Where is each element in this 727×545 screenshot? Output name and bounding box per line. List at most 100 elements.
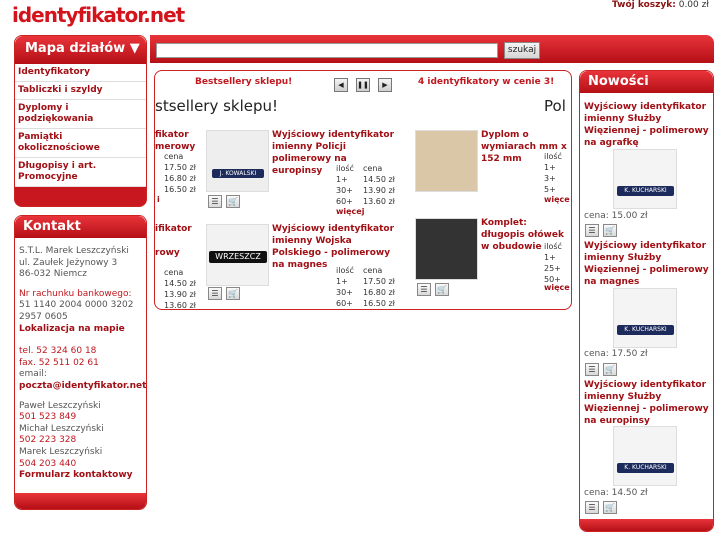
product-2-title[interactable]: Wyjściowy identyfikator imienny Wojska P… [272, 223, 400, 271]
product-1-qty-2: 30+ [336, 186, 353, 195]
promo-tab[interactable]: 4 identyfikatory w cenie 3! [418, 77, 554, 87]
product-1-more-link[interactable]: więcej [336, 207, 364, 216]
menu-item-dlugopisy[interactable]: Długopisy i art. Promocyjne [15, 158, 146, 187]
cart-icon[interactable]: 🛒 [226, 287, 240, 300]
search-button[interactable]: szukaj [504, 42, 540, 59]
product-1-image[interactable]: J. KOWALSKI [206, 130, 269, 192]
site-logo[interactable]: identyfikator.net [12, 3, 185, 27]
cart-summary[interactable]: Twój koszyk: 0.00 zł [612, 0, 709, 10]
news-item-3-image[interactable]: K. KUCHARSKI [613, 426, 677, 486]
news-title: Nowości [580, 71, 713, 93]
news-footer [580, 519, 713, 531]
cart-icon[interactable]: 🛒 [603, 363, 617, 376]
product-2-qty-3: 60+ [336, 299, 353, 308]
cart-icon[interactable]: 🛒 [603, 224, 617, 237]
cut-title-2[interactable]: ifikator rowy [155, 223, 200, 259]
cut-price-1-row-2: 16.80 zł [164, 174, 196, 183]
details-icon[interactable]: ☰ [585, 501, 599, 514]
details-icon[interactable]: ☰ [417, 283, 431, 296]
menu-item-identyfikatory[interactable]: Identyfikatory [15, 64, 146, 82]
menu-item-tabliczki[interactable]: Tabliczki i szyldy [15, 82, 146, 100]
next-arrow-icon[interactable]: ▶ [378, 78, 392, 92]
product-1-price-1: 14.50 zł [363, 175, 395, 184]
cut-price-1-row-3: 16.50 zł [164, 185, 196, 194]
news-item-3-badge: K. KUCHARSKI [617, 463, 674, 473]
product-2-qty-2: 30+ [336, 288, 353, 297]
cut-price-2: cena 14.50 zł 13.90 zł 13.60 zł [164, 267, 196, 311]
cut-price-2-row-1: 14.50 zł [164, 279, 196, 288]
person-2-tel: 502 223 328 [19, 435, 77, 446]
email-label: email: [19, 369, 47, 380]
product-1-qty-label: ilość [336, 164, 354, 173]
bestsellers-tab[interactable]: Bestsellery sklepu! [195, 77, 292, 87]
contact-panel: Kontakt S.T.L. Marek Leszczyński ul. Zau… [14, 215, 147, 510]
cut-price-1-label: cena [164, 152, 184, 161]
phone: tel. 52 324 60 18 [19, 346, 97, 357]
company-street: ul. Zaułek Jeżynowy 3 [19, 257, 118, 268]
product-1-price-2: 13.90 zł [363, 186, 395, 195]
cut-price-2-label: cena [164, 268, 184, 277]
product-2-qty-label: ilość [336, 266, 354, 275]
news-item-1-image[interactable]: K. KUCHARSKI [613, 149, 677, 209]
search-input[interactable] [156, 43, 498, 58]
category-menu: Mapa działów ▼ Identyfikatory Tabliczki … [14, 35, 147, 207]
cart-icon[interactable]: 🛒 [435, 283, 449, 296]
fax: fax. 52 511 02 61 [19, 357, 99, 368]
news-item-1-badge: K. KUCHARSKI [617, 186, 674, 196]
details-icon[interactable]: ☰ [585, 363, 599, 376]
cut-price-2-row-2: 13.90 zł [164, 290, 196, 299]
product-2-price-2: 16.80 zł [363, 288, 395, 297]
email-link[interactable]: poczta@identyfikator.net [19, 381, 146, 391]
details-icon[interactable]: ☰ [208, 287, 222, 300]
diploma-qty-3: 5+ [544, 185, 556, 194]
details-icon[interactable]: ☰ [585, 224, 599, 237]
pause-icon[interactable]: ❚❚ [356, 78, 370, 92]
cut-title-2-line-2: rowy [155, 248, 180, 258]
cut-price-1: cena 17.50 zł 16.80 zł 16.50 zł [164, 151, 196, 195]
product-2-prices: ilość cena 1+ 17.50 zł 30+ 16.80 zł 60+ 16.5… [336, 265, 416, 309]
cart-label: Twój koszyk: [612, 0, 676, 10]
bank-number-1: 51 1140 2004 0000 3202 [19, 300, 134, 311]
product-2-qty-1: 1+ [336, 277, 348, 286]
pen-set-more-link[interactable]: więce [544, 283, 570, 292]
person-2: Michał Leszczyński [19, 423, 104, 434]
person-1: Paweł Leszczyński [19, 400, 101, 411]
product-2-badge: WRZESZCZ [209, 251, 267, 263]
menu-item-dyplomy[interactable]: Dyplomy i podziękowania [15, 100, 146, 129]
prev-arrow-icon[interactable]: ◀ [334, 78, 348, 92]
pen-set-image[interactable] [415, 218, 478, 280]
product-2-price-label: cena [363, 266, 383, 275]
news-item-2-image[interactable]: K. KUCHARSKI [613, 288, 677, 348]
contact-title: Kontakt [15, 216, 146, 238]
cut-i: i [157, 195, 160, 204]
details-icon[interactable]: ☰ [208, 195, 222, 208]
menu-item-pamiatki[interactable]: Pamiątki okolicznościowe [15, 129, 146, 158]
contact-form-link[interactable]: Formularz kontaktowy [19, 470, 133, 480]
product-1-price-label: cena [363, 164, 383, 173]
product-1-price-3: 13.60 zł [363, 197, 395, 206]
news-item-1-price: cena: 15.00 zł [584, 211, 648, 221]
bank-label: Nr rachunku bankowego: [19, 288, 132, 299]
map-link[interactable]: Lokalizacja na mapie [19, 324, 125, 334]
diploma-image[interactable] [415, 130, 478, 192]
slide-heading-left: stsellery sklepu! [155, 97, 279, 115]
diploma-more-link[interactable]: więce [544, 195, 570, 204]
cut-title-1[interactable]: fikator merowy [155, 129, 200, 153]
product-2-image[interactable]: WRZESZCZ [206, 224, 269, 286]
product-1-badge: J. KOWALSKI [212, 169, 264, 178]
menu-title[interactable]: Mapa działów ▼ [15, 36, 146, 64]
diploma-qty-label: ilość [544, 152, 562, 161]
diploma-prices: ilość 1+ 3+ 5+ [544, 151, 562, 195]
product-2-price-3: 16.50 zł [363, 299, 395, 308]
cut-price-2-row-3: 13.60 zł [164, 301, 196, 310]
news-item-1-title[interactable]: Wyjściowy identyfikator imienny Służby W… [584, 101, 710, 149]
cart-icon[interactable]: 🛒 [603, 501, 617, 514]
news-item-2-title[interactable]: Wyjściowy identyfikator imienny Służby W… [584, 240, 710, 288]
cart-icon[interactable]: 🛒 [226, 195, 240, 208]
person-3-tel: 504 203 440 [19, 458, 77, 469]
product-2-price-1: 17.50 zł [363, 277, 395, 286]
news-item-3-title[interactable]: Wyjściowy identyfikator imienny Służby W… [584, 379, 710, 427]
contact-footer [15, 493, 146, 509]
product-1-qty-1: 1+ [336, 175, 348, 184]
person-1-tel: 501 523 849 [19, 412, 77, 423]
